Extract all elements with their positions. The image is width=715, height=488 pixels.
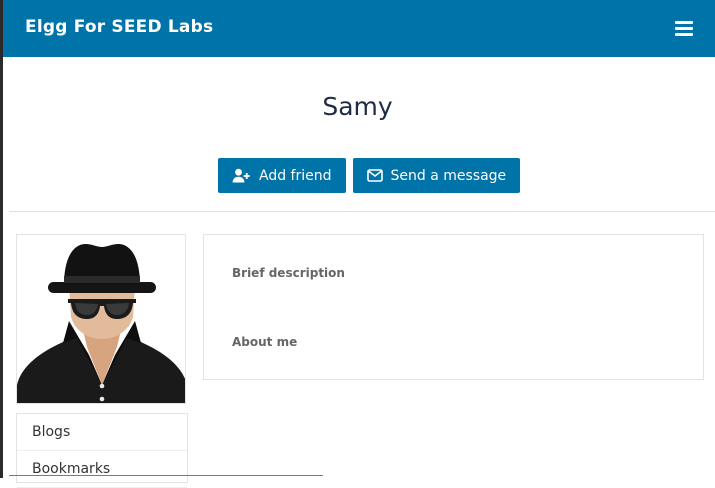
menu-item-blogs[interactable]: Blogs [17, 414, 187, 451]
hamburger-bar-top [675, 21, 693, 24]
top-navbar: Elgg For SEED Labs [3, 0, 715, 57]
owner-block-menu: Blogs Bookmarks [16, 413, 188, 488]
menu-item-bookmarks[interactable]: Bookmarks [17, 451, 187, 488]
brief-description-label: Brief description [232, 266, 345, 280]
send-message-label: Send a message [390, 167, 507, 184]
profile-name: Samy [322, 92, 393, 121]
add-friend-label: Add friend [259, 167, 332, 184]
user-plus-icon [232, 168, 251, 184]
about-me-label: About me [232, 335, 298, 349]
site-title[interactable]: Elgg For SEED Labs [25, 17, 213, 37]
section-divider [9, 211, 715, 212]
add-friend-button[interactable]: Add friend [218, 158, 346, 193]
profile-actions: Add friend Send a message [218, 158, 521, 193]
window-bottom-edge [9, 475, 323, 476]
hamburger-bar-bottom [675, 33, 693, 36]
profile-avatar[interactable] [16, 234, 186, 404]
window-edge [0, 0, 3, 478]
send-message-button[interactable]: Send a message [352, 158, 521, 193]
hamburger-icon[interactable] [675, 21, 693, 36]
hamburger-bar-middle [675, 27, 693, 30]
spy-avatar-icon [17, 244, 185, 403]
envelope-icon [366, 169, 383, 182]
profile-details: Brief description About me [203, 234, 704, 380]
